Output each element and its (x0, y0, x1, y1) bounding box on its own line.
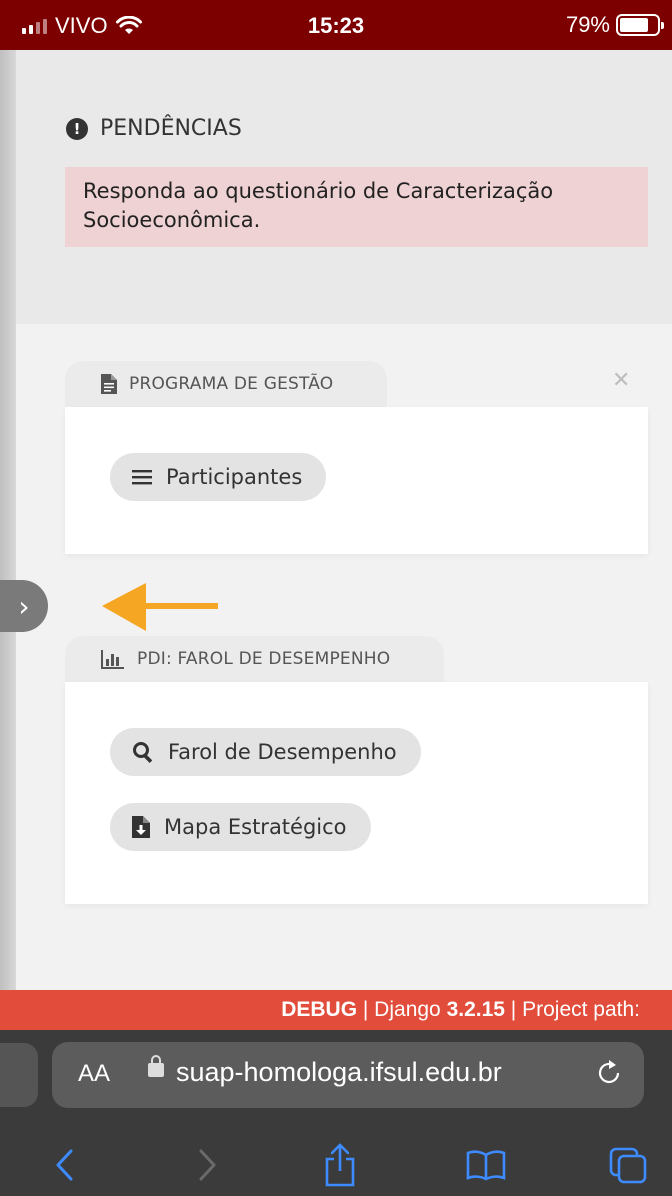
battery-indicator: 79% (565, 12, 664, 38)
chevron-left-icon (56, 1149, 73, 1181)
debug-bar: DEBUG | Django 3.2.15 | Project path: (0, 990, 672, 1030)
debug-label: DEBUG (281, 998, 358, 1021)
card-title: PDI: FAROL DE DESEMPENHO (137, 649, 391, 669)
status-bar: VIVO 15:23 79% (0, 0, 672, 50)
bookmarks-button[interactable] (456, 1140, 516, 1190)
bar-chart-icon (101, 649, 125, 669)
tabs-icon (609, 1147, 647, 1184)
farol-desempenho-button[interactable]: Farol de Desempenho (110, 728, 421, 776)
button-label: Farol de Desempenho (168, 740, 397, 764)
forward-button[interactable] (178, 1140, 238, 1190)
button-label: Participantes (166, 465, 303, 489)
card-title: PROGRAMA DE GESTÃO (129, 374, 334, 394)
card-pdi (65, 682, 648, 904)
book-icon (466, 1150, 506, 1181)
debug-sep-2: | Project path: (504, 998, 640, 1021)
pendencias-heading: ! PENDÊNCIAS (66, 116, 242, 141)
button-label: Mapa Estratégico (164, 815, 347, 839)
sidebar-collapsed (0, 50, 16, 990)
file-icon (101, 374, 117, 394)
debug-sep-1: | Django (357, 998, 447, 1021)
chevron-right-icon: › (18, 589, 30, 623)
share-button[interactable] (310, 1140, 370, 1190)
browser-bottom-toolbar (0, 1140, 672, 1196)
text-size-button[interactable]: AA (78, 1060, 110, 1088)
search-icon (132, 741, 154, 763)
pendencias-title: PENDÊNCIAS (100, 116, 242, 141)
battery-icon (616, 14, 664, 36)
participantes-button[interactable]: Participantes (110, 453, 327, 501)
url-text[interactable]: suap-homologa.ifsul.edu.br (176, 1057, 502, 1088)
share-icon (325, 1143, 355, 1187)
close-icon[interactable]: ✕ (612, 368, 630, 393)
card-header-programa-gestao: PROGRAMA DE GESTÃO (65, 361, 387, 407)
pendencia-alert[interactable]: Responda ao questionário de Caracterizaç… (65, 167, 648, 247)
arrow-left-icon (102, 583, 218, 631)
chevron-right-icon (199, 1149, 216, 1181)
file-download-icon (132, 816, 150, 838)
previous-tab-preview[interactable] (0, 1043, 38, 1107)
back-button[interactable] (34, 1140, 94, 1190)
address-bar[interactable]: AA suap-homologa.ifsul.edu.br (52, 1042, 644, 1108)
mapa-estrategico-button[interactable]: Mapa Estratégico (110, 803, 371, 851)
list-icon (132, 469, 152, 485)
exclamation-icon: ! (66, 117, 88, 140)
battery-percent: 79% (565, 12, 610, 37)
django-version: 3.2.15 (446, 998, 505, 1021)
lock-icon (148, 1055, 164, 1077)
reload-icon[interactable] (594, 1058, 624, 1093)
tabs-button[interactable] (598, 1140, 658, 1190)
card-header-pdi: PDI: FAROL DE DESEMPENHO (65, 636, 444, 682)
